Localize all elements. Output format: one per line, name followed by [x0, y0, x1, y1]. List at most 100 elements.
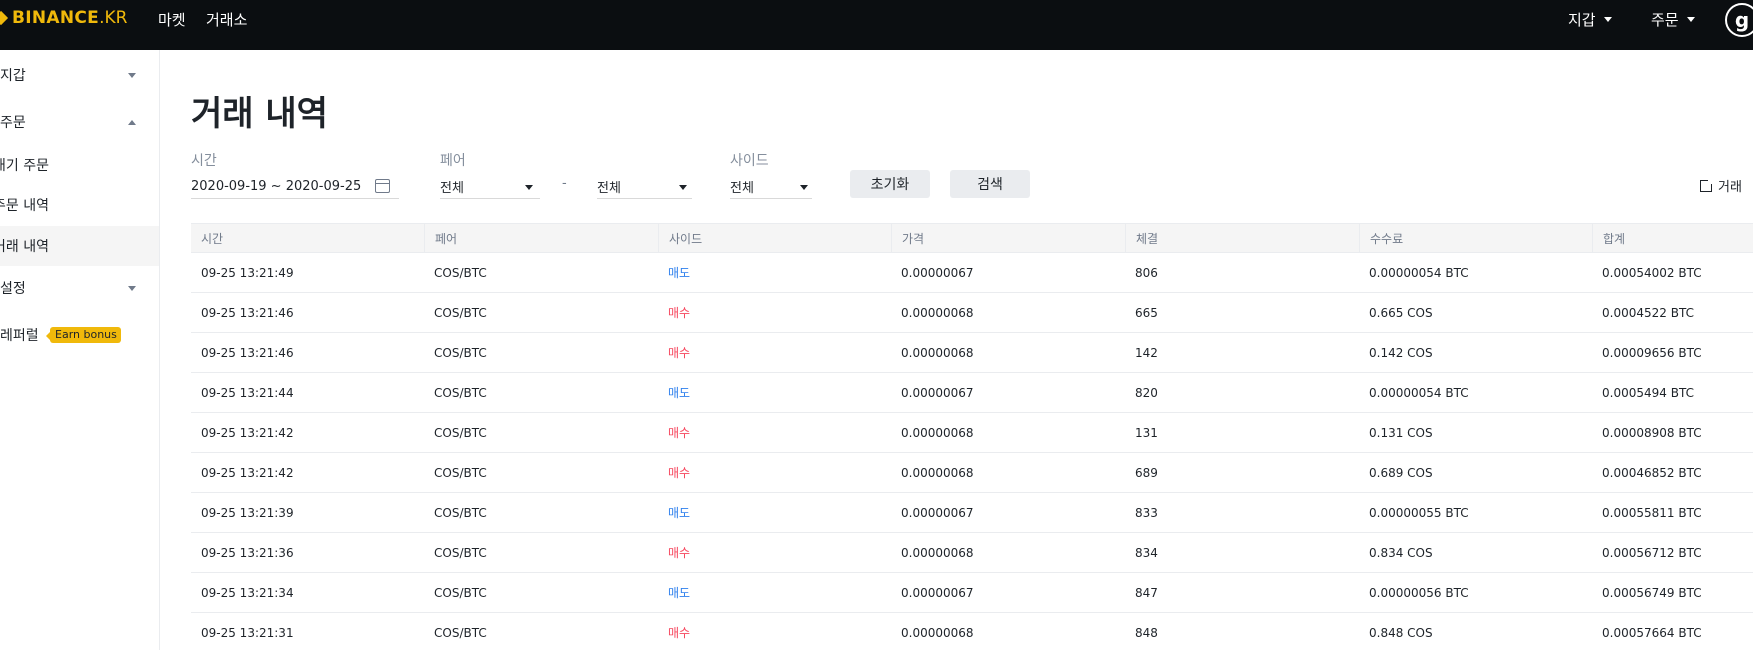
cell-time: 09-25 13:21:44 [201, 385, 294, 400]
cell-side: 매수 [668, 626, 691, 640]
cell-filled: 806 [1135, 265, 1158, 280]
cell-total: 0.00057664 BTC [1602, 625, 1702, 640]
sidebar-item-order-history[interactable]: 주문 내역 [0, 186, 159, 224]
cell-time: 09-25 13:21:39 [201, 505, 294, 520]
date-range-value: 2020-09-19 ~ 2020-09-25 [191, 179, 362, 194]
cell-fee: 0.00000054 BTC [1369, 385, 1469, 400]
cell-fee: 0.131 COS [1369, 425, 1433, 440]
cell-side: 매도 [668, 386, 691, 400]
cell-fee: 0.00000055 BTC [1369, 505, 1469, 520]
nav-orders-dropdown[interactable]: 주문 [1651, 9, 1695, 30]
chevron-up-icon [128, 119, 136, 125]
table-row: 09-25 13:21:42 COS/BTC 매수 0.00000068 689 0.68… [191, 453, 1753, 493]
date-range-input[interactable]: 2020-09-19 ~ 2020-09-25 [191, 175, 399, 199]
cell-side: 매도 [668, 266, 691, 280]
cell-price: 0.00000068 [901, 345, 974, 360]
logo-text: BINANCE [12, 8, 100, 28]
earn-bonus-badge: Earn bonus [46, 327, 121, 343]
table-row: 09-25 13:21:34 COS/BTC 매도 0.00000067 847 0.00… [191, 573, 1753, 613]
page-title: 거래 내역 [191, 94, 328, 134]
cell-price: 0.00000068 [901, 465, 974, 480]
reset-button[interactable]: 초기화 [850, 170, 930, 198]
cell-total: 0.00055811 BTC [1602, 505, 1702, 520]
search-button[interactable]: 검색 [950, 170, 1030, 198]
sidebar-item-label: 대기 주문 [0, 158, 49, 174]
sidebar-item-referral[interactable]: 레퍼럴 Earn bonus [0, 316, 159, 354]
table-body: 09-25 13:21:49 COS/BTC 매도 0.00000067 806 0.00… [191, 253, 1753, 650]
cell-filled: 131 [1135, 425, 1158, 440]
cell-time: 09-25 13:21:36 [201, 545, 294, 560]
trade-history-table: 시간 페어 사이드 가격 체결 수수료 합계 09-25 13:21:49 COS… [191, 223, 1753, 650]
cell-side: 매수 [668, 466, 691, 480]
chevron-down-icon [525, 185, 533, 190]
sidebar-item-label: 레퍼럴 [0, 328, 39, 344]
pair-filter-label: 페어 [440, 153, 466, 169]
cell-pair: COS/BTC [434, 625, 487, 640]
sidebar-item-label: 설정 [0, 281, 26, 297]
cell-pair: COS/BTC [434, 545, 487, 560]
sidebar-item-wallet[interactable]: 지갑 [0, 56, 159, 94]
cell-price: 0.00000068 [901, 305, 974, 320]
column-header-total: 합계 [1592, 224, 1753, 253]
sidebar-item-open-orders[interactable]: 대기 주문 [0, 146, 159, 184]
column-header-fee: 수수료 [1359, 224, 1592, 253]
chevron-down-icon [679, 185, 687, 190]
nav-orders-label: 주문 [1651, 11, 1679, 29]
cell-fee: 0.00000056 BTC [1369, 585, 1469, 600]
column-header-time: 시간 [201, 232, 224, 246]
nav-market[interactable]: 마켓 [158, 9, 186, 30]
sidebar-item-label: 거래 내역 [0, 239, 49, 255]
nav-exchange[interactable]: 거래소 [206, 9, 247, 30]
table-row: 09-25 13:21:46 COS/BTC 매수 0.00000068 142 0.14… [191, 333, 1753, 373]
table-row: 09-25 13:21:44 COS/BTC 매도 0.00000067 820 0.00… [191, 373, 1753, 413]
export-label: 거래 [1718, 180, 1742, 195]
cell-price: 0.00000067 [901, 585, 974, 600]
column-header-pair: 페어 [424, 224, 658, 253]
table-row: 09-25 13:21:49 COS/BTC 매도 0.00000067 806 0.00… [191, 253, 1753, 293]
cell-price: 0.00000068 [901, 625, 974, 640]
external-link-icon [1700, 177, 1714, 192]
cell-pair: COS/BTC [434, 425, 487, 440]
cell-total: 0.00046852 BTC [1602, 465, 1702, 480]
export-trade-history-link[interactable]: 거래 [1700, 176, 1742, 195]
cell-side: 매도 [668, 586, 691, 600]
sidebar-item-orders[interactable]: 주문 [0, 103, 159, 141]
cell-time: 09-25 13:21:31 [201, 625, 294, 640]
cell-filled: 665 [1135, 305, 1158, 320]
cell-total: 0.0005494 BTC [1602, 385, 1694, 400]
cell-filled: 820 [1135, 385, 1158, 400]
nav-wallet-dropdown[interactable]: 지갑 [1568, 9, 1612, 30]
cell-side: 매수 [668, 546, 691, 560]
cell-time: 09-25 13:21:46 [201, 305, 294, 320]
cell-price: 0.00000068 [901, 425, 974, 440]
cell-pair: COS/BTC [434, 385, 487, 400]
cell-filled: 848 [1135, 625, 1158, 640]
sidebar-item-label: 주문 [0, 115, 26, 131]
user-avatar[interactable]: g [1725, 3, 1753, 37]
binance-diamond-icon [0, 10, 9, 26]
cell-filled: 689 [1135, 465, 1158, 480]
logo-suffix: .KR [99, 8, 128, 28]
side-select[interactable]: 전체 [730, 175, 812, 199]
cell-time: 09-25 13:21:46 [201, 345, 294, 360]
column-header-price: 가격 [891, 224, 1125, 253]
cell-pair: COS/BTC [434, 465, 487, 480]
cell-fee: 0.689 COS [1369, 465, 1433, 480]
cell-fee: 0.00000054 BTC [1369, 265, 1469, 280]
sidebar-item-settings[interactable]: 설정 [0, 269, 159, 307]
pair-quote-select[interactable]: 전체 [597, 175, 692, 199]
chevron-down-icon [1603, 17, 1612, 22]
cell-time: 09-25 13:21:34 [201, 585, 294, 600]
cell-fee: 0.142 COS [1369, 345, 1433, 360]
cell-total: 0.00056712 BTC [1602, 545, 1702, 560]
pair-base-select[interactable]: 전체 [440, 175, 540, 199]
sidebar-item-trade-history[interactable]: 거래 내역 [0, 226, 159, 266]
cell-pair: COS/BTC [434, 505, 487, 520]
cell-side: 매수 [668, 306, 691, 320]
chevron-down-icon [128, 285, 136, 291]
binance-logo[interactable]: BINANCE .KR [0, 7, 127, 29]
cell-side: 매도 [668, 506, 691, 520]
cell-price: 0.00000068 [901, 545, 974, 560]
pair-separator: - [562, 176, 567, 191]
table-row: 09-25 13:21:31 COS/BTC 매수 0.00000068 848 0.84… [191, 613, 1753, 650]
